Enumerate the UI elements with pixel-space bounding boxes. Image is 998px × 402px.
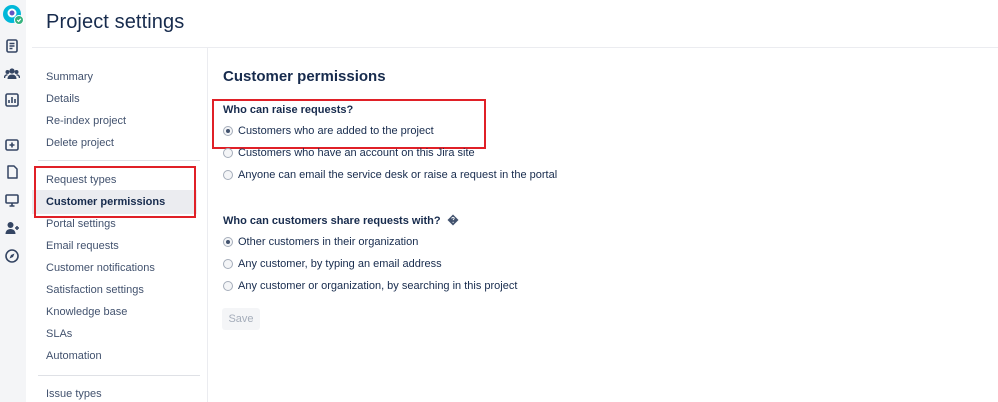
sidebar-item-request-types[interactable]: Request types xyxy=(32,169,200,191)
sidebar-item-automation[interactable]: Automation xyxy=(32,345,200,367)
add-item-icon[interactable] xyxy=(3,136,21,154)
page-title: Project settings xyxy=(46,11,185,33)
radio-button[interactable] xyxy=(223,126,233,136)
monitor-icon[interactable] xyxy=(3,191,21,209)
radio-option-search-project[interactable]: Any customer or organization, by searchi… xyxy=(223,278,517,294)
radio-button[interactable] xyxy=(223,281,233,291)
sidebar-item-issue-types[interactable]: Issue types xyxy=(32,383,200,402)
sidebar-border xyxy=(207,48,208,402)
left-rail xyxy=(0,0,26,402)
save-button[interactable]: Save xyxy=(222,308,260,330)
sidebar-item-slas[interactable]: SLAs xyxy=(32,323,200,345)
sidebar-item-portal-settings[interactable]: Portal settings xyxy=(32,213,200,235)
share-requests-question: Who can customers share requests with? xyxy=(223,214,459,229)
sidebar-item-knowledge-base[interactable]: Knowledge base xyxy=(32,301,200,323)
sidebar-item-customer-notifications[interactable]: Customer notifications xyxy=(32,257,200,279)
page-icon[interactable] xyxy=(3,163,21,181)
invite-team-icon[interactable] xyxy=(3,219,21,237)
radio-option-added-to-project[interactable]: Customers who are added to the project xyxy=(223,123,434,139)
avatar[interactable] xyxy=(2,4,24,26)
radio-option-anyone[interactable]: Anyone can email the service desk or rai… xyxy=(223,167,557,183)
sidebar-divider xyxy=(38,160,200,161)
radio-option-organization[interactable]: Other customers in their organization xyxy=(223,234,418,250)
sidebar-item-delete-project[interactable]: Delete project xyxy=(32,132,200,154)
radio-button[interactable] xyxy=(223,237,233,247)
customers-icon[interactable] xyxy=(3,64,21,82)
radio-label: Customers who are added to the project xyxy=(238,125,434,137)
radio-label: Other customers in their organization xyxy=(238,236,419,248)
reports-icon[interactable] xyxy=(3,91,21,109)
share-requests-question-text: Who can customers share requests with? xyxy=(223,215,441,227)
radio-button[interactable] xyxy=(223,148,233,158)
radio-label: Any customer or organization, by searchi… xyxy=(238,280,518,292)
sidebar-item-details[interactable]: Details xyxy=(32,88,200,110)
sidebar-item-summary[interactable]: Summary xyxy=(32,66,200,88)
sidebar-item-customer-permissions[interactable]: Customer permissions xyxy=(32,190,197,214)
section-title: Customer permissions xyxy=(223,68,386,85)
radio-label: Customers who have an account on this Ji… xyxy=(238,147,475,159)
sidebar-item-re-index-project[interactable]: Re-index project xyxy=(32,110,200,132)
compass-icon[interactable] xyxy=(3,247,21,265)
help-icon[interactable] xyxy=(447,214,459,229)
sidebar-divider xyxy=(38,375,200,376)
settings-sidebar: Summary Details Re-index project Delete … xyxy=(32,48,207,402)
radio-button[interactable] xyxy=(223,259,233,269)
raise-requests-question: Who can raise requests? xyxy=(223,104,354,116)
radio-label: Any customer, by typing an email address xyxy=(238,258,442,270)
queues-icon[interactable] xyxy=(3,37,21,55)
radio-option-account-on-site[interactable]: Customers who have an account on this Ji… xyxy=(223,145,475,161)
sidebar-item-email-requests[interactable]: Email requests xyxy=(32,235,200,257)
radio-button[interactable] xyxy=(223,170,233,180)
sidebar-item-satisfaction-settings[interactable]: Satisfaction settings xyxy=(32,279,200,301)
radio-option-email-address[interactable]: Any customer, by typing an email address xyxy=(223,256,442,272)
radio-label: Anyone can email the service desk or rai… xyxy=(238,169,558,181)
